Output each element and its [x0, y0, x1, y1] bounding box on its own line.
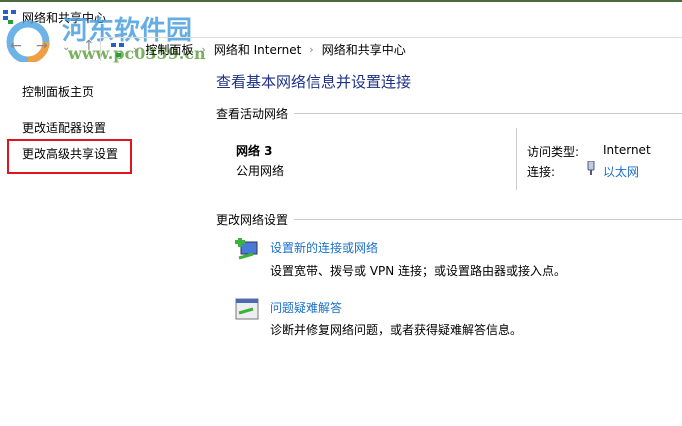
new-connection-icon — [235, 238, 258, 260]
network-center-icon — [111, 42, 124, 57]
recent-dropdown-icon[interactable]: ⌄ — [62, 42, 70, 64]
chevron-right-icon: › — [309, 43, 314, 56]
troubleshoot-link[interactable]: 问题疑难解答 — [270, 299, 342, 316]
setup-connection-desc: 设置宽带、拨号或 VPN 连接；或设置路由器或接入点。 — [270, 264, 567, 278]
section-label: 查看活动网络 — [216, 107, 289, 121]
up-button[interactable]: ↑ — [83, 38, 95, 60]
forward-button[interactable]: → — [36, 38, 48, 60]
access-type-label: 访问类型: — [527, 145, 580, 159]
chevron-right-icon: › — [201, 43, 206, 56]
network-type[interactable]: 公用网络 — [236, 162, 284, 179]
troubleshoot-icon — [235, 298, 259, 320]
highlight-box — [7, 139, 132, 174]
back-button[interactable]: ← — [10, 38, 22, 60]
access-type-value: Internet — [603, 143, 651, 157]
ethernet-icon — [587, 161, 595, 175]
divider — [516, 128, 517, 190]
troubleshoot-desc: 诊断并修复网络问题，或者获得疑难解答信息。 — [270, 323, 523, 337]
section-label: 更改网络设置 — [216, 213, 289, 227]
connection-label: 连接: — [527, 165, 556, 179]
desktop-strip — [0, 0, 682, 2]
change-settings-header: 更改网络设置 — [216, 211, 682, 228]
sidebar-item-adapter-settings[interactable]: 更改适配器设置 — [22, 119, 106, 136]
chevron-right-icon: › — [133, 43, 138, 56]
sidebar-item-control-panel-home[interactable]: 控制面板主页 — [22, 83, 94, 100]
network-name: 网络 3 — [236, 144, 273, 158]
ethernet-link[interactable]: 以太网 — [603, 163, 639, 180]
setup-connection-link[interactable]: 设置新的连接或网络 — [270, 239, 378, 256]
breadcrumb-item[interactable]: 控制面板 — [145, 41, 193, 58]
active-networks-header: 查看活动网络 — [216, 105, 682, 122]
breadcrumb-item[interactable]: 网络和共享中心 — [322, 41, 406, 58]
breadcrumb-item[interactable]: 网络和 Internet — [214, 41, 301, 58]
page-title: 查看基本网络信息并设置连接 — [216, 73, 412, 91]
address-bar[interactable]: › 控制面板 › 网络和 Internet › 网络和共享中心 — [100, 37, 682, 61]
